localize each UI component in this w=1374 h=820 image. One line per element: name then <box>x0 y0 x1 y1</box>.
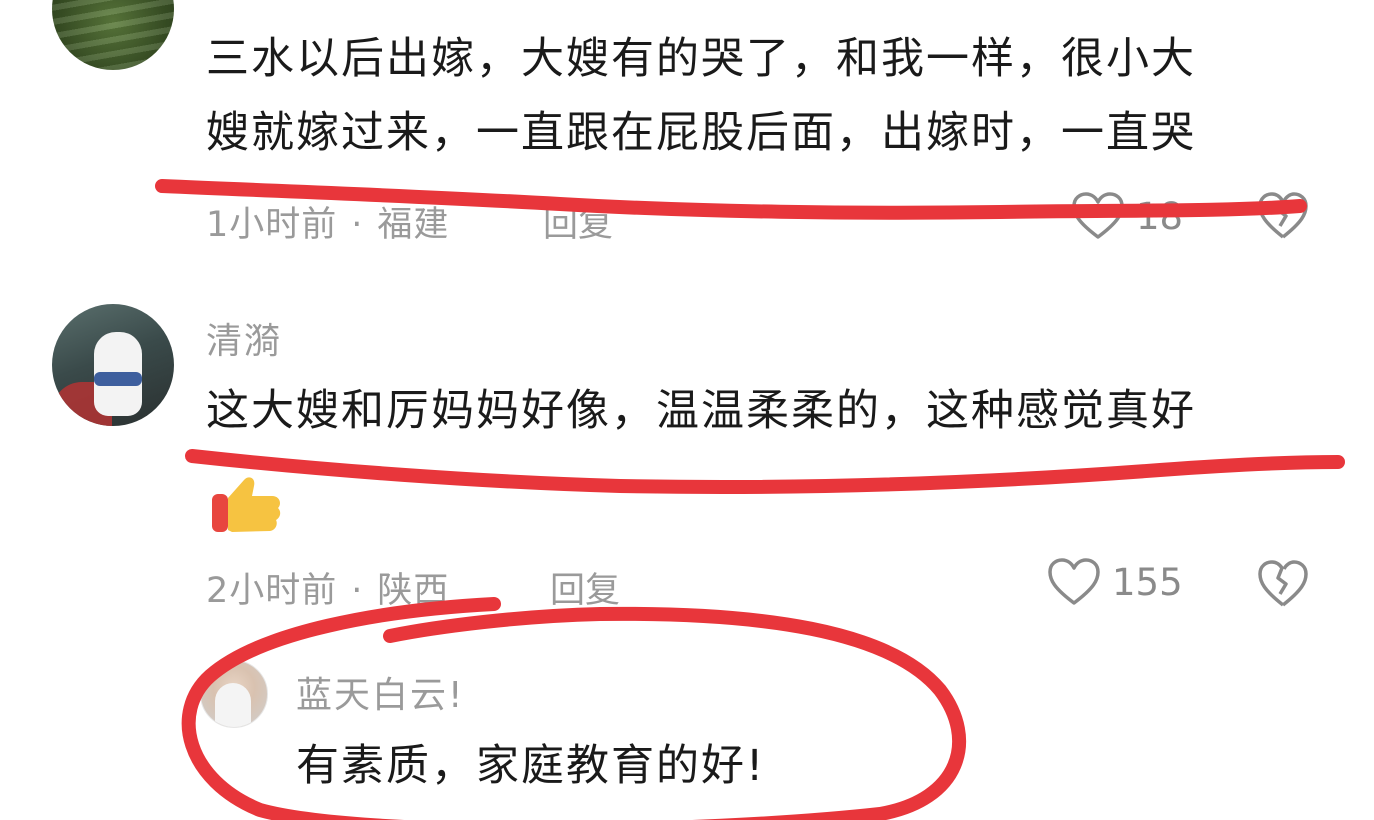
reply-text: 有素质，家庭教育的好! <box>296 741 766 791</box>
like-count: 18 <box>1136 194 1184 238</box>
broken-heart-icon[interactable] <box>1258 192 1308 240</box>
broken-heart-icon[interactable] <box>1258 560 1308 608</box>
meta-separator: · <box>351 205 364 245</box>
comment-location: 福建 <box>377 205 450 245</box>
comment-time: 1小时前 <box>206 205 338 245</box>
reply-button[interactable]: 回复 <box>543 196 613 247</box>
meta-separator: · <box>351 571 364 611</box>
avatar-detail <box>94 372 142 386</box>
reply-avatar[interactable] <box>200 660 268 728</box>
thumbs-up-emoji <box>212 477 281 532</box>
like-button[interactable]: 18 <box>1072 192 1183 240</box>
heart-outline-icon <box>1072 192 1124 239</box>
comment-text-line: 三水以后出嫁，大嫂有的哭了，和我一样，很小大 <box>206 34 1196 84</box>
like-count: 155 <box>1112 560 1183 604</box>
reply-username[interactable]: 蓝天白云! <box>296 666 464 718</box>
commenter-avatar[interactable] <box>52 304 174 426</box>
heart-outline-icon <box>1048 558 1100 605</box>
comment-text: 这大嫂和厉妈妈好像，温温柔柔的，这种感觉真好 <box>206 386 1196 436</box>
commenter-avatar[interactable] <box>52 0 174 70</box>
reply-button[interactable]: 回复 <box>550 562 620 613</box>
comment-text: 三水以后出嫁，大嫂有的哭了，和我一样，很小大 嫂就嫁过来，一直跟在屁股后面，出嫁… <box>206 22 1306 170</box>
annotation-underline <box>185 449 1345 495</box>
comment-meta: 1小时前 · 福建 <box>206 196 449 247</box>
comment-time: 2小时前 <box>206 571 338 611</box>
comment-location: 陕西 <box>377 571 450 611</box>
like-button[interactable]: 155 <box>1048 558 1183 606</box>
commenter-username[interactable]: 清漪 <box>206 312 282 364</box>
comment-meta: 2小时前 · 陕西 <box>206 562 449 613</box>
comment-text-line: 嫂就嫁过来，一直跟在屁股后面，出嫁时，一直哭 <box>206 108 1196 158</box>
